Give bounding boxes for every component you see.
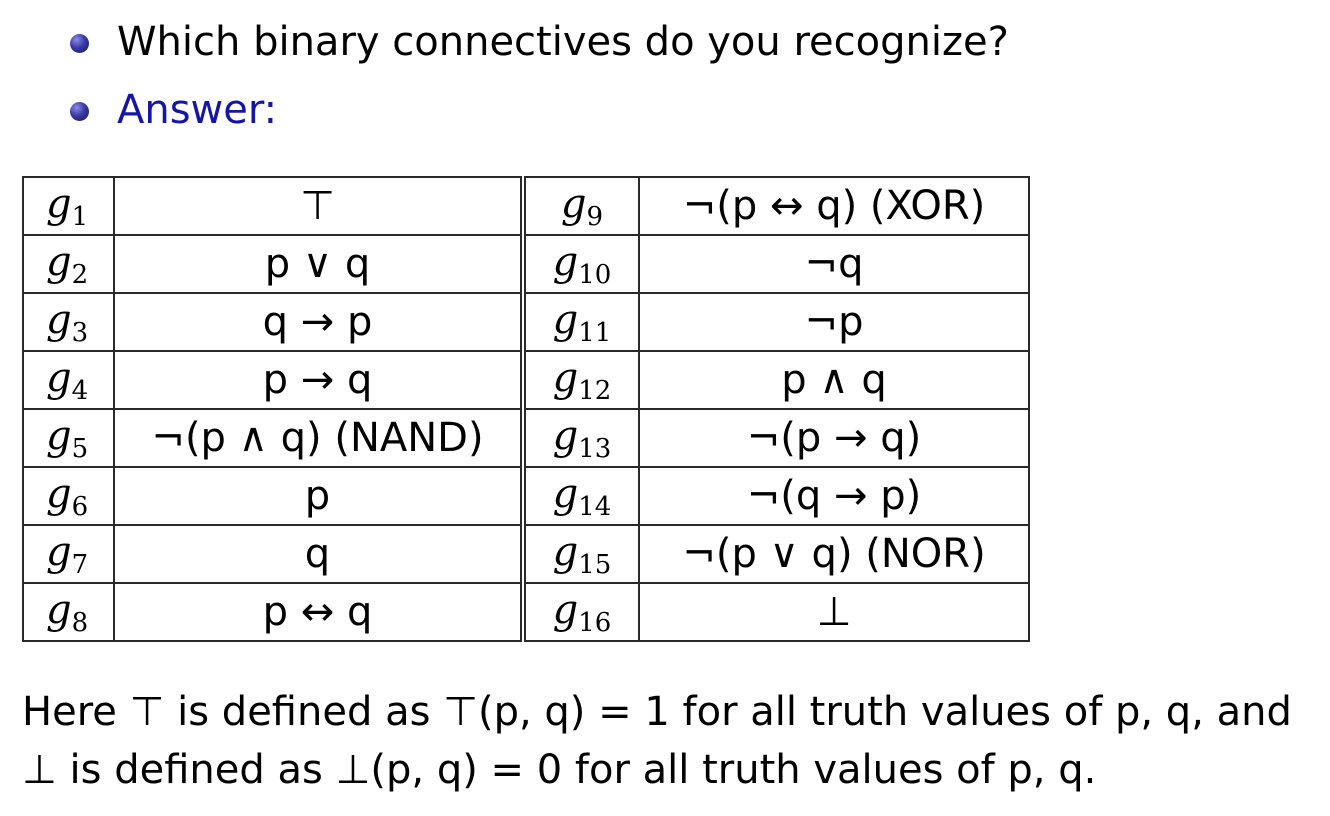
connective-index: 5 [71, 433, 89, 464]
bullet-question: Which binary connectives do you recogniz… [70, 12, 1009, 72]
table-row: g5 ¬(p ∧ q) (NAND) g13 ¬(p → q) [22, 408, 1030, 468]
connective-formula: p ↔ q [113, 582, 526, 642]
connective-formula: ¬(p ↔ q) (XOR) [638, 176, 1030, 236]
connective-name-cell: g7 [22, 524, 115, 584]
connective-name: g [46, 412, 72, 459]
connective-index: 11 [578, 317, 612, 348]
connective-formula: ⊤ [113, 176, 526, 236]
table-row: g3 q → p g11 ¬p [22, 292, 1030, 352]
connective-formula: p → q [113, 350, 526, 410]
connective-index: 10 [578, 259, 612, 290]
table-row: g7 q g15 ¬(p ∨ q) (NOR) [22, 524, 1030, 584]
connective-name-cell: g6 [22, 466, 115, 526]
connective-name: g [46, 180, 72, 227]
table-row: g4 p → q g12 p ∧ q [22, 350, 1030, 410]
connective-name-cell: g1 [22, 176, 115, 236]
question-text: Which binary connectives do you recogniz… [117, 19, 1009, 65]
connective-name-cell: g5 [22, 408, 115, 468]
connective-name: g [46, 470, 72, 517]
connective-index: 6 [71, 491, 89, 522]
bullet-dot-icon [70, 101, 89, 121]
connective-name: g [552, 296, 579, 343]
answer-label: Answer: [117, 87, 278, 133]
connective-formula: ¬q [638, 234, 1030, 294]
connective-name: g [46, 586, 72, 633]
connective-index: 16 [578, 607, 612, 638]
connective-name-cell: g15 [522, 524, 640, 584]
connective-formula: ¬(p ∨ q) (NOR) [638, 524, 1030, 584]
footnote-line-1: Here ⊤ is defined as ⊤(p, q) = 1 for all… [22, 689, 1292, 735]
connective-index: 13 [578, 433, 612, 464]
connective-name-cell: g16 [522, 582, 640, 642]
connective-index: 15 [578, 549, 612, 580]
connective-name-cell: g12 [522, 350, 640, 410]
connective-name: g [552, 528, 579, 575]
connective-formula: p ∨ q [113, 234, 526, 294]
connective-formula: q [113, 524, 526, 584]
connectives-table-body: g1 ⊤ g9 ¬(p ↔ q) (XOR) g2 p ∨ q g10 ¬q g3 q → p g1… [22, 176, 1030, 642]
connective-index: 8 [71, 607, 89, 638]
connective-name: g [46, 296, 72, 343]
connective-name: g [46, 238, 72, 285]
connective-name-cell: g13 [522, 408, 640, 468]
connective-index: 4 [71, 375, 89, 406]
connective-index: 7 [71, 549, 89, 580]
connective-name: g [46, 354, 72, 401]
footnote: Here ⊤ is defined as ⊤(p, q) = 1 for all… [22, 683, 1322, 799]
connective-name: g [552, 470, 579, 517]
connective-formula: ¬(p ∧ q) (NAND) [113, 408, 526, 468]
connective-index: 9 [586, 201, 604, 232]
connective-name-cell: g8 [22, 582, 115, 642]
connective-formula: q → p [113, 292, 526, 352]
connective-index: 12 [578, 375, 612, 406]
connective-formula: p [113, 466, 526, 526]
connective-name-cell: g9 [522, 176, 640, 236]
connective-formula: p ∧ q [638, 350, 1030, 410]
connective-index: 14 [578, 491, 612, 522]
connective-name-cell: g4 [22, 350, 115, 410]
connective-name: g [552, 238, 579, 285]
connective-name-cell: g11 [522, 292, 640, 352]
connective-name-cell: g2 [22, 234, 115, 294]
connective-name: g [552, 412, 579, 459]
table-row: g1 ⊤ g9 ¬(p ↔ q) (XOR) [22, 176, 1030, 236]
connective-name: g [46, 528, 72, 575]
connective-index: 3 [71, 317, 89, 348]
connective-index: 2 [71, 259, 89, 290]
connective-name-cell: g10 [522, 234, 640, 294]
connective-name-cell: g14 [522, 466, 640, 526]
table-row: g8 p ↔ q g16 ⊥ [22, 582, 1030, 642]
connective-name: g [560, 180, 587, 227]
connective-name-cell: g3 [22, 292, 115, 352]
footnote-line-2: ⊥ is defined as ⊥(p, q) = 0 for all trut… [22, 747, 1097, 793]
connectives-table: g1 ⊤ g9 ¬(p ↔ q) (XOR) g2 p ∨ q g10 ¬q g3 q → p g1… [22, 176, 1030, 642]
table-row: g6 p g14 ¬(q → p) [22, 466, 1030, 526]
connective-formula: ¬(q → p) [638, 466, 1030, 526]
connective-name: g [552, 354, 579, 401]
connective-formula: ¬p [638, 292, 1030, 352]
connective-index: 1 [71, 201, 89, 232]
connective-name: g [552, 586, 579, 633]
connective-formula: ¬(p → q) [638, 408, 1030, 468]
table-row: g2 p ∨ q g10 ¬q [22, 234, 1030, 294]
bullet-answer: Answer: [70, 80, 277, 140]
connective-formula: ⊥ [638, 582, 1030, 642]
bullet-dot-icon [70, 33, 89, 53]
